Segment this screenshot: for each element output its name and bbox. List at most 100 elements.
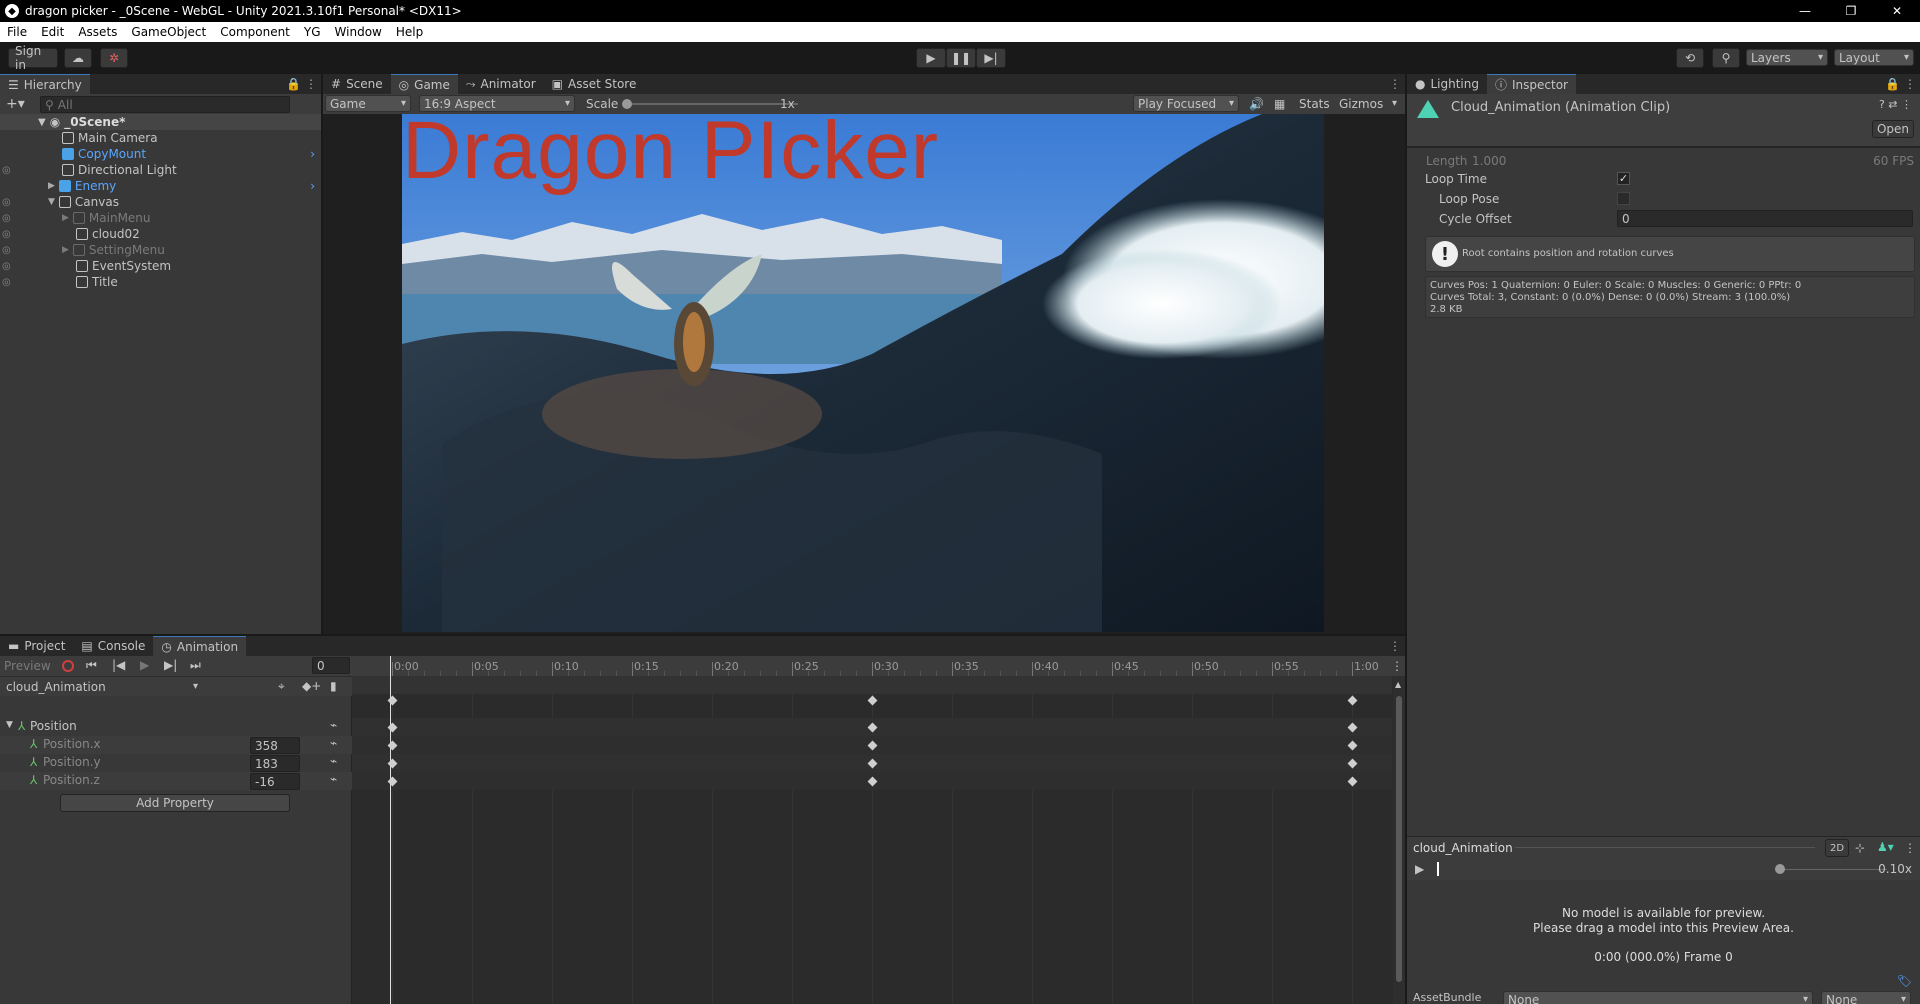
menu-file[interactable]: File: [0, 25, 34, 39]
hierarchy-item[interactable]: ◎ EventSystem: [0, 258, 321, 274]
keyframe[interactable]: [1347, 776, 1358, 787]
search-icon[interactable]: ⚲: [1712, 48, 1740, 68]
scrollbar-thumb[interactable]: [1396, 696, 1402, 982]
panel-menu-icon[interactable]: ⋮: [1389, 639, 1401, 653]
mute-audio-icon[interactable]: 🔊: [1249, 97, 1264, 111]
menu-help[interactable]: Help: [389, 25, 430, 39]
property-value-input[interactable]: -16: [250, 773, 300, 790]
visibility-icon[interactable]: ◎: [2, 277, 11, 288]
expand-arrow-icon[interactable]: ▶: [62, 213, 69, 223]
preview-speed-slider[interactable]: [1777, 869, 1887, 870]
keyframe[interactable]: [867, 740, 878, 751]
visibility-icon[interactable]: ◎: [2, 213, 11, 224]
scale-slider-handle[interactable]: [622, 99, 632, 109]
hierarchy-item[interactable]: ◎ Directional Light: [0, 162, 321, 178]
cloud-icon[interactable]: ☁: [64, 48, 92, 68]
visibility-icon[interactable]: ◎: [2, 229, 11, 240]
keyframe[interactable]: [387, 776, 398, 787]
assetbundle-dropdown[interactable]: None: [1503, 991, 1813, 1004]
hierarchy-item[interactable]: ◎ ▶ MainMenu: [0, 210, 321, 226]
visibility-icon[interactable]: ◎: [2, 261, 11, 272]
keyframe[interactable]: [1347, 695, 1358, 706]
keyframe[interactable]: [387, 740, 398, 751]
avatar-icon[interactable]: ♟▾: [1877, 840, 1894, 854]
preview-button[interactable]: Preview: [4, 659, 51, 673]
history-icon[interactable]: ⟲: [1676, 48, 1704, 68]
tab-game[interactable]: ◎ Game: [390, 74, 458, 94]
add-keyframe-icon[interactable]: ◆+: [302, 679, 321, 693]
keyframe[interactable]: [1347, 722, 1358, 733]
property-menu-icon[interactable]: ⌁: [330, 754, 337, 768]
property-row[interactable]: ⅄ Position.z -16 ⌁: [0, 772, 352, 790]
maximize-button[interactable]: ❐: [1828, 0, 1874, 22]
hierarchy-search-input[interactable]: ⚲ All: [40, 96, 290, 113]
hierarchy-item[interactable]: ◎ ▶ SettingMenu: [0, 242, 321, 258]
play-button[interactable]: ▶: [916, 48, 946, 68]
pivot-icon[interactable]: ⊹: [1855, 841, 1865, 855]
tab-console[interactable]: ▤ Console: [73, 636, 153, 656]
gizmos-dropdown[interactable]: Gizmos: [1335, 95, 1401, 112]
add-property-button[interactable]: Add Property: [60, 794, 290, 812]
frame-input[interactable]: 0: [312, 657, 350, 674]
keyframe[interactable]: [387, 722, 398, 733]
add-event-icon[interactable]: ▮: [330, 679, 337, 693]
expand-arrow-icon[interactable]: ▶: [62, 245, 69, 255]
sign-in-button[interactable]: Sign in: [8, 44, 58, 72]
scroll-up-icon[interactable]: ▲: [1395, 680, 1401, 689]
tab-lighting[interactable]: ● Lighting: [1407, 74, 1487, 94]
keyframe-mode-icon[interactable]: ⌖: [278, 679, 285, 694]
mode-2d-button[interactable]: 2D: [1825, 839, 1849, 857]
loop-pose-checkbox[interactable]: [1617, 192, 1630, 205]
panel-menu-icon[interactable]: ⋮: [1389, 77, 1401, 91]
vsync-icon[interactable]: ▦: [1274, 97, 1285, 111]
tag-icon[interactable]: 🏷: [1897, 974, 1912, 988]
expand-arrow-icon[interactable]: ▼: [6, 720, 13, 730]
prev-keyframe-button[interactable]: |◀: [112, 658, 125, 672]
display-dropdown[interactable]: Game: [325, 95, 411, 112]
first-keyframe-button[interactable]: ⏮: [86, 658, 97, 673]
preview-speed-handle[interactable]: [1775, 864, 1785, 874]
chevron-right-icon[interactable]: ›: [310, 179, 315, 193]
hierarchy-item[interactable]: ▶ Enemy ›: [0, 178, 321, 194]
record-button[interactable]: [62, 660, 74, 672]
add-icon[interactable]: +▾: [6, 96, 25, 112]
play-animation-button[interactable]: ▶: [140, 658, 149, 672]
menu-component[interactable]: Component: [213, 25, 297, 39]
play-mode-dropdown[interactable]: Play Focused: [1133, 95, 1239, 112]
keyframe[interactable]: [387, 695, 398, 706]
game-viewport[interactable]: Dragon PIcker: [402, 114, 1324, 632]
vertical-scrollbar[interactable]: ▲: [1393, 676, 1405, 1004]
menu-window[interactable]: Window: [328, 25, 389, 39]
tab-inspector[interactable]: ⓘ Inspector: [1487, 74, 1576, 94]
pause-button[interactable]: ❚❚: [946, 48, 976, 68]
keyframe[interactable]: [867, 776, 878, 787]
expand-arrow-icon[interactable]: ▼: [48, 197, 55, 207]
keyframe[interactable]: [1347, 740, 1358, 751]
scale-slider[interactable]: [622, 99, 798, 109]
cycle-offset-input[interactable]: 0: [1617, 210, 1913, 227]
close-button[interactable]: ✕: [1874, 0, 1920, 22]
next-keyframe-button[interactable]: ▶|: [164, 658, 177, 672]
hierarchy-lock-menu-icon[interactable]: 🔒 ⋮: [286, 77, 317, 91]
help-settings-icons[interactable]: ? ⇄ ⋮: [1879, 98, 1912, 111]
minimize-button[interactable]: —: [1782, 0, 1828, 22]
scene-row[interactable]: ▼ ◉ _0Scene*: [0, 114, 321, 130]
hierarchy-item[interactable]: Main Camera: [0, 130, 321, 146]
aspect-dropdown[interactable]: 16:9 Aspect: [419, 95, 575, 112]
property-row[interactable]: ⅄ Position.y 183 ⌁: [0, 754, 352, 772]
property-group-row[interactable]: ▼ ⅄ Position ⌁: [0, 718, 352, 736]
tab-asset-store[interactable]: ▣ Asset Store: [544, 74, 645, 94]
loop-time-checkbox[interactable]: ✓: [1617, 172, 1630, 185]
hierarchy-item[interactable]: ◎ Title: [0, 274, 321, 290]
property-row[interactable]: ⅄ Position.x 358 ⌁: [0, 736, 352, 754]
clip-dropdown[interactable]: cloud_Animation: [2, 678, 202, 695]
visibility-icon[interactable]: ◎: [2, 197, 11, 208]
property-menu-icon[interactable]: ⌁: [330, 736, 337, 750]
open-button[interactable]: Open: [1872, 120, 1914, 138]
expand-arrow-icon[interactable]: ▶: [48, 181, 55, 191]
keyframe[interactable]: [387, 758, 398, 769]
property-value-input[interactable]: 358: [250, 737, 300, 754]
tab-hierarchy[interactable]: ☰ Hierarchy: [0, 74, 90, 94]
chevron-right-icon[interactable]: ›: [310, 147, 315, 161]
tab-animation[interactable]: ◷ Animation: [153, 636, 247, 656]
